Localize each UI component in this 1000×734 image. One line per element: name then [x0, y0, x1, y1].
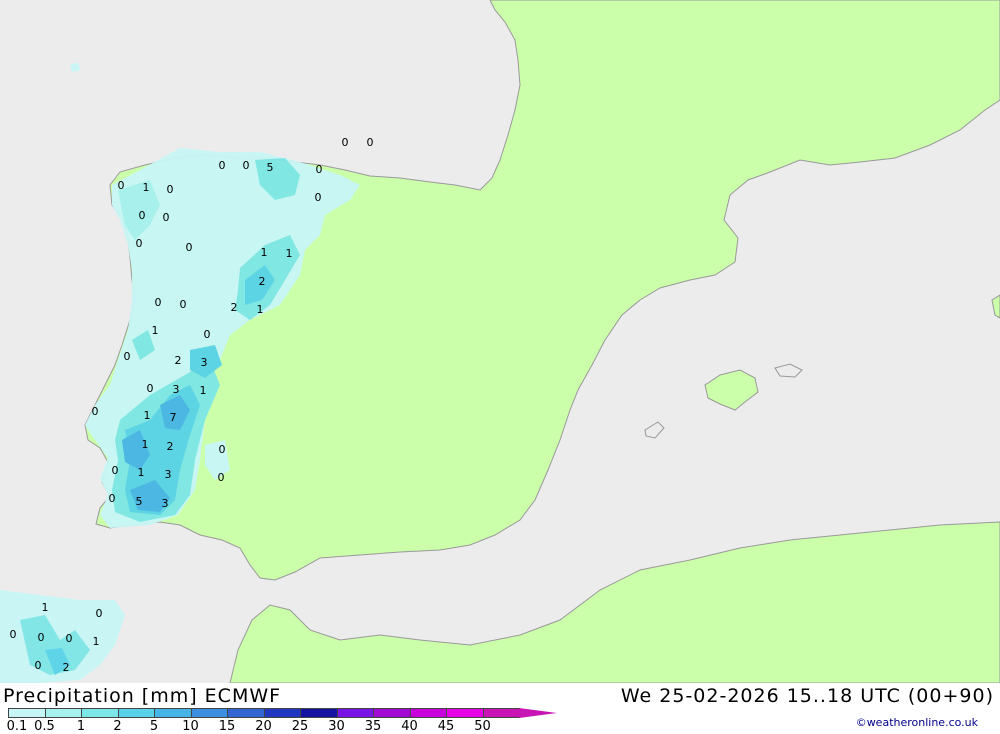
- color-scale-swatch: [446, 708, 484, 718]
- point-value-label: 1: [143, 181, 150, 194]
- point-value-label: 2: [259, 275, 266, 288]
- color-scale-swatch: [300, 708, 338, 718]
- point-value-label: 0: [136, 237, 143, 250]
- color-scale-swatch: [336, 708, 374, 718]
- credit-link[interactable]: ©weatheronline.co.uk: [856, 716, 978, 729]
- point-value-label: 0: [316, 163, 323, 176]
- point-value-label: 1: [152, 324, 159, 337]
- point-value-label: 0: [139, 209, 146, 222]
- point-value-label: 7: [170, 411, 177, 424]
- point-value-label: 1: [93, 635, 100, 648]
- color-scale-tick-label: 50: [474, 719, 491, 734]
- point-value-label: 3: [165, 468, 172, 481]
- point-value-label: 2: [231, 301, 238, 314]
- color-scale-tick-label: 2: [113, 719, 122, 734]
- point-value-label: 0: [186, 241, 193, 254]
- color-scale-tick-label: 35: [364, 719, 382, 734]
- color-scale-arrow: [519, 708, 557, 718]
- point-value-label: 0: [92, 405, 99, 418]
- color-scale-swatch: [227, 708, 265, 718]
- color-scale-ticks: 0.1 0.5 1 2 5 10 15 20 25 30 35 40 45 50: [0, 719, 560, 734]
- point-value-label: 5: [267, 161, 274, 174]
- color-scale-tick-label: 0.1: [6, 719, 28, 734]
- color-scale-tick-label: 30: [328, 719, 345, 734]
- color-scale-tick-label: 10: [182, 719, 199, 734]
- color-scale-tick-label: 1: [76, 719, 86, 734]
- point-value-label: 0: [66, 632, 73, 645]
- point-value-label: 0: [35, 659, 42, 672]
- color-scale-swatch: [117, 708, 155, 718]
- product-title: Precipitation [mm] ECMWF: [3, 685, 282, 707]
- color-scale-tick-label: 20: [255, 719, 272, 734]
- point-value-label: 1: [142, 438, 149, 451]
- point-value-label: 0: [219, 159, 226, 172]
- color-scale-swatch: [373, 708, 411, 718]
- valid-time: We 25-02-2026 15..18 UTC (00+90): [620, 685, 994, 707]
- footer-bar: Precipitation [mm] ECMWF We 25-02-2026 1…: [0, 683, 1000, 734]
- point-value-label: 2: [167, 440, 174, 453]
- color-scale-tick-label: 0.5: [34, 719, 55, 734]
- point-value-label: 0: [10, 628, 17, 641]
- color-scale-swatch: [263, 708, 301, 718]
- color-scale-tick-label: 45: [437, 719, 455, 734]
- point-value-label: 2: [175, 354, 182, 367]
- color-scale-tick-label: 25: [291, 719, 309, 734]
- color-scale-swatch: [409, 708, 447, 718]
- point-value-label: 0: [155, 296, 162, 309]
- point-value-label: 1: [286, 247, 293, 260]
- point-value-label: 3: [162, 497, 169, 510]
- color-scale-tick-label: 40: [401, 719, 418, 734]
- precipitation-map: 0 0 0 0 5 0 0 1 0 0 0 0 0 0 1 1 2 0 0 2 1 1 0 0 2 3 0 3 1 0 1 7 1 2 0 0 1 3 0 0…: [0, 0, 1000, 683]
- point-value-label: 0: [219, 443, 226, 456]
- point-value-label: 2: [63, 661, 70, 674]
- point-value-label: 0: [118, 179, 125, 192]
- color-scale-swatch: [154, 708, 192, 718]
- point-value-label: 0: [124, 350, 131, 363]
- point-value-label: 0: [204, 328, 211, 341]
- point-value-label: 1: [261, 246, 268, 259]
- point-value-label: 1: [42, 601, 49, 614]
- point-value-label: 0: [163, 211, 170, 224]
- point-value-label: 1: [144, 409, 151, 422]
- point-value-label: 3: [201, 356, 208, 369]
- color-scale-swatch: [81, 708, 119, 718]
- point-value-label: 0: [367, 136, 374, 149]
- point-value-label: 0: [147, 382, 154, 395]
- point-value-label: 5: [136, 495, 143, 508]
- point-value-label: 0: [38, 631, 45, 644]
- color-scale-swatch: [190, 708, 228, 718]
- point-value-label: 0: [342, 136, 349, 149]
- point-value-label: 0: [243, 159, 250, 172]
- color-scale-tick-label: 15: [218, 719, 236, 734]
- point-value-label: 0: [315, 191, 322, 204]
- point-value-label: 3: [173, 383, 180, 396]
- point-value-label: 0: [167, 183, 174, 196]
- point-value-label: 0: [96, 607, 103, 620]
- color-scale-swatch: [482, 708, 520, 718]
- color-scale-swatch: [8, 708, 46, 718]
- point-value-label: 1: [138, 466, 145, 479]
- color-scale-swatch: [44, 708, 82, 718]
- point-value-label: 1: [200, 384, 207, 397]
- point-value-label: 0: [109, 492, 116, 505]
- point-value-label: 0: [180, 298, 187, 311]
- point-value-label: 0: [218, 471, 225, 484]
- color-scale-tick-label: 5: [149, 719, 159, 734]
- point-value-label: 0: [112, 464, 119, 477]
- point-value-label: 1: [257, 303, 264, 316]
